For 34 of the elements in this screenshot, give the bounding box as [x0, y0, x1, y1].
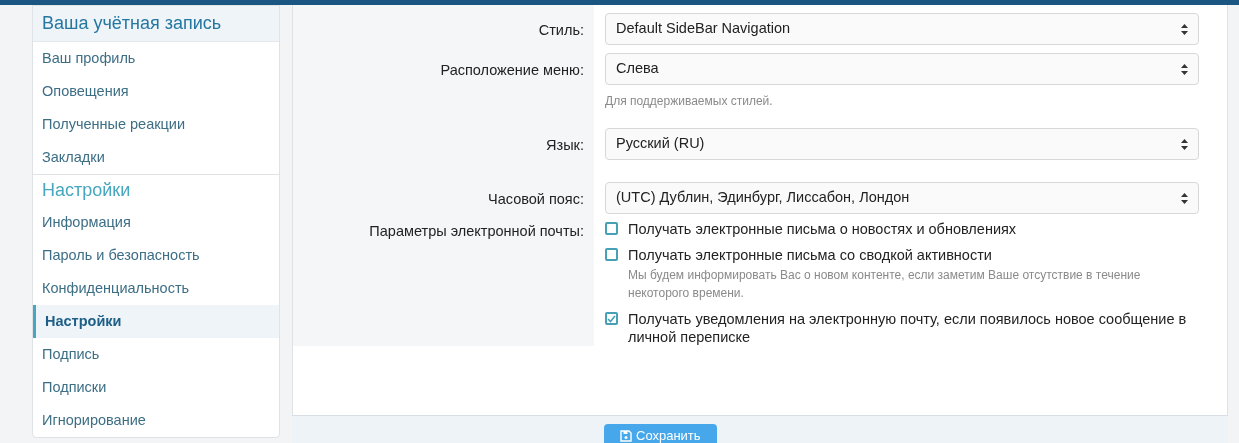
dropdown-arrows-icon: [1181, 63, 1188, 75]
checkbox-label: Получать электронные письма о новостях и обновлениях: [628, 220, 1017, 238]
sidebar-section-title: Ваша учётная запись: [33, 6, 279, 42]
checkbox-label: Получать уведомления на электронную почту, если появилось новое сообщение в личной переписке: [628, 310, 1188, 346]
select-field[interactable]: Русский (RU): [605, 128, 1199, 160]
sidebar-link[interactable]: Оповещения: [33, 75, 279, 108]
select-field[interactable]: (UTC) Дублин, Эдинбург, Лиссабон, Лондон: [605, 182, 1199, 214]
checkbox[interactable]: [605, 248, 618, 261]
sidebar-link[interactable]: Подпись: [33, 338, 279, 371]
sidebar-link[interactable]: Ваш профиль: [33, 42, 279, 75]
checkbox-label: Получать электронные письма со сводкой активности: [628, 246, 993, 264]
sidebar-link[interactable]: Закладки: [33, 141, 279, 174]
sidebar-link[interactable]: Подписки: [33, 371, 279, 404]
sidebar-link[interactable]: Информация: [33, 206, 279, 239]
sidebar-link[interactable]: Конфиденциальность: [33, 272, 279, 305]
field-hint: Для поддерживаемых стилей.: [605, 93, 774, 106]
dropdown-arrows-icon: [1181, 192, 1188, 204]
sidebar-link[interactable]: Пароль и безопасность: [33, 239, 279, 272]
field-label: Параметры электронной почты:: [369, 222, 584, 240]
option-hint: Мы будем информировать Вас о новом контенте, если заметим Ваше отсутствие в течение некоторого времени.: [628, 267, 1142, 302]
dropdown-arrows-icon: [1181, 138, 1188, 150]
checkbox[interactable]: [605, 222, 618, 235]
sidebar-section-title: Настройки: [33, 174, 279, 206]
sidebar-link[interactable]: Настройки: [33, 305, 279, 338]
select-field[interactable]: Слева: [605, 53, 1199, 85]
checkbox[interactable]: [605, 312, 618, 325]
dropdown-arrows-icon: [1181, 23, 1188, 35]
field-label: Расположение меню:: [440, 61, 584, 79]
select-field[interactable]: Default SideBar Navigation: [605, 13, 1199, 45]
sidebar-link[interactable]: Игнорирование: [33, 404, 279, 437]
field-label: Язык:: [546, 136, 584, 154]
field-label: Стиль:: [538, 21, 584, 39]
sidebar-link[interactable]: Полученные реакции: [33, 108, 279, 141]
field-label: Часовой пояс:: [488, 190, 584, 208]
